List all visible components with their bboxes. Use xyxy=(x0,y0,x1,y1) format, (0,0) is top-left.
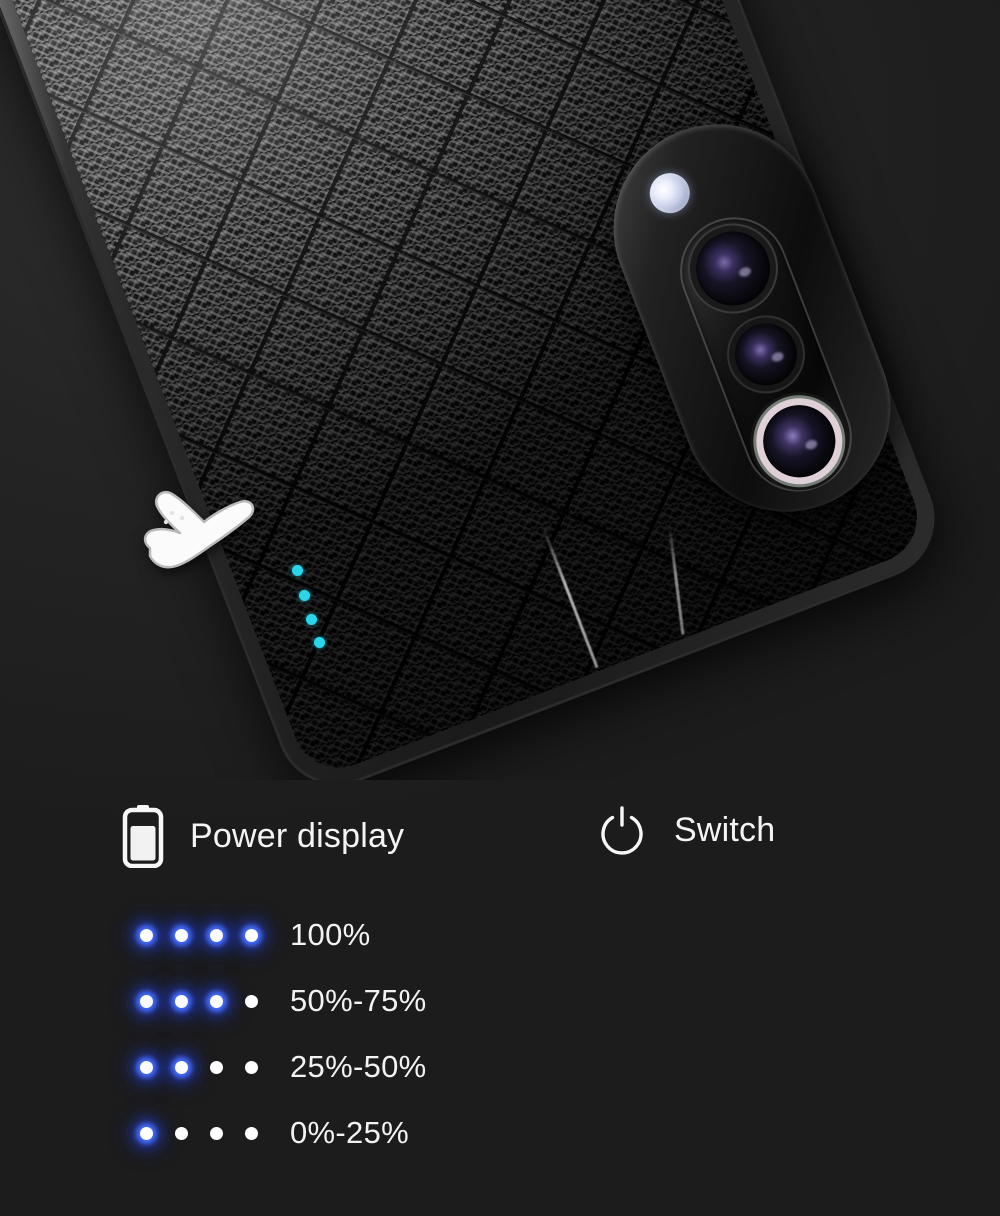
led-indicator xyxy=(140,928,153,942)
led-indicator xyxy=(175,994,188,1008)
led-group xyxy=(140,1060,258,1074)
battery-level-label: 0%-25% xyxy=(290,1115,409,1150)
led-group xyxy=(140,928,258,942)
list-item: 0%-25% xyxy=(0,1100,1000,1166)
power-button-icon xyxy=(601,806,643,855)
tap-indicator-dot xyxy=(292,565,303,576)
battery-level-label: 100% xyxy=(290,917,371,952)
hand-cursor-icon xyxy=(143,491,255,569)
power-display-legend: Power display xyxy=(122,804,404,868)
camera-lens-middle xyxy=(725,314,807,395)
led-indicator xyxy=(245,928,258,942)
battery-level-label: 50%-75% xyxy=(290,983,427,1018)
lens-glint xyxy=(804,438,819,451)
product-detail-image: Power display Switch 100% 50%-75% 25%-50… xyxy=(0,0,1000,1216)
camera-lens-top xyxy=(685,220,781,317)
led-indicator xyxy=(175,928,188,942)
tap-indicator-dot xyxy=(299,590,310,601)
product-photo xyxy=(0,0,1000,780)
led-indicator xyxy=(175,1060,188,1074)
feature-legend: Power display Switch 100% 50%-75% 25%-50… xyxy=(0,780,1000,1216)
led-indicator xyxy=(140,994,153,1008)
led-indicator xyxy=(210,1060,223,1074)
led-group xyxy=(140,994,258,1008)
led-indicator xyxy=(175,1126,188,1140)
list-item: 100% xyxy=(0,902,1000,968)
list-item: 50%-75% xyxy=(0,968,1000,1034)
switch-legend: Switch xyxy=(596,804,775,856)
lens-glint xyxy=(738,265,753,279)
led-indicator xyxy=(210,1126,223,1140)
led-indicator xyxy=(140,1060,153,1074)
led-indicator xyxy=(210,928,223,942)
switch-label: Switch xyxy=(674,810,776,849)
camera-lens-bottom xyxy=(752,394,846,488)
battery-level-label: 25%-50% xyxy=(290,1049,427,1084)
led-group xyxy=(140,1126,258,1140)
lens-glint xyxy=(770,351,785,364)
list-item: 25%-50% xyxy=(0,1034,1000,1100)
led-indicator xyxy=(140,1126,153,1140)
led-indicator xyxy=(245,994,258,1008)
led-indicator xyxy=(245,1126,258,1140)
tap-indicator-dot xyxy=(306,614,317,625)
tap-indicator-dot xyxy=(314,637,325,648)
led-indicator xyxy=(245,1060,258,1074)
battery-icon xyxy=(122,805,164,868)
battery-level-list: 100% 50%-75% 25%-50% 0%-25% xyxy=(0,902,1000,1166)
dual-led-flash-icon xyxy=(643,167,696,220)
power-display-label: Power display xyxy=(190,816,405,855)
led-indicator xyxy=(210,994,223,1008)
